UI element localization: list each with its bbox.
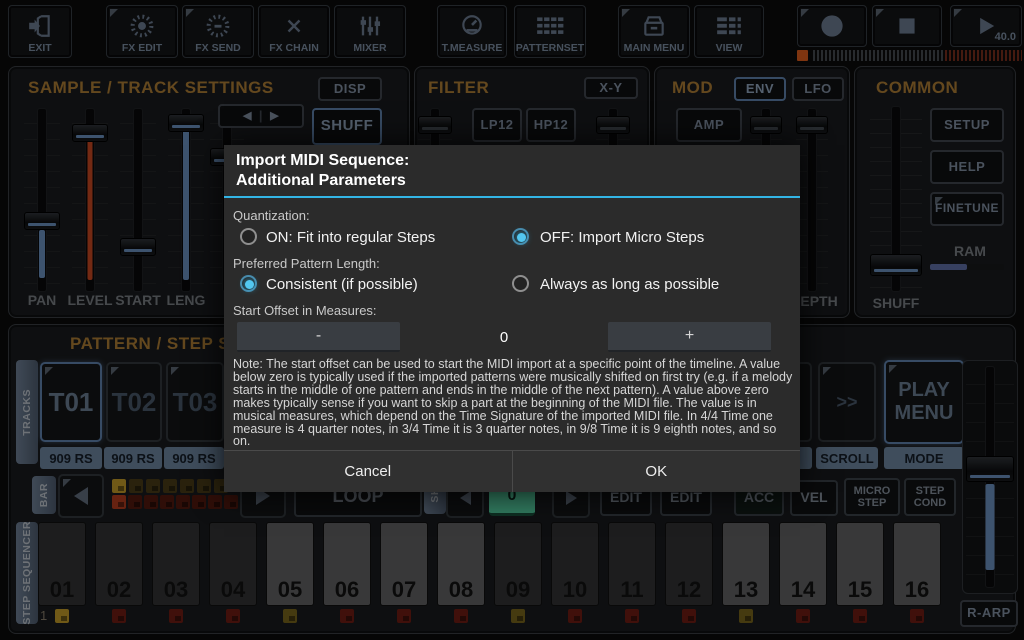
dialog-title-line2: Additional Parameters xyxy=(236,172,406,190)
ppl-always-label[interactable]: Always as long as possible xyxy=(540,276,719,293)
ppl-always-radio[interactable] xyxy=(512,275,529,292)
offset-minus-button[interactable]: - xyxy=(237,322,400,352)
cancel-button[interactable]: Cancel xyxy=(224,451,512,492)
dialog-title-line1: Import MIDI Sequence: xyxy=(236,152,409,170)
offset-plus-button[interactable]: + xyxy=(608,322,771,352)
pattern-length-label: Preferred Pattern Length: xyxy=(233,256,380,271)
quant-off-label[interactable]: OFF: Import Micro Steps xyxy=(540,229,704,246)
dialog-note: Note: The start offset can be used to st… xyxy=(233,358,793,448)
quantization-label: Quantization: xyxy=(233,208,310,223)
dialog-title-divider xyxy=(224,196,800,198)
ok-button[interactable]: OK xyxy=(513,451,801,492)
ppl-consistent-radio[interactable] xyxy=(240,275,257,292)
offset-value: 0 xyxy=(400,322,608,352)
quant-on-label[interactable]: ON: Fit into regular Steps xyxy=(266,229,435,246)
ppl-consistent-label[interactable]: Consistent (if possible) xyxy=(266,276,418,293)
start-offset-label: Start Offset in Measures: xyxy=(233,303,377,318)
quant-off-radio[interactable] xyxy=(512,228,529,245)
import-midi-dialog: Import MIDI Sequence: Additional Paramet… xyxy=(224,145,800,492)
quant-on-radio[interactable] xyxy=(240,228,257,245)
dialog-button-bar: Cancel OK xyxy=(224,450,800,492)
app-screen: EXIT FX EDIT FX SEND FX CHAIN MIXER T.ME… xyxy=(0,0,1024,640)
